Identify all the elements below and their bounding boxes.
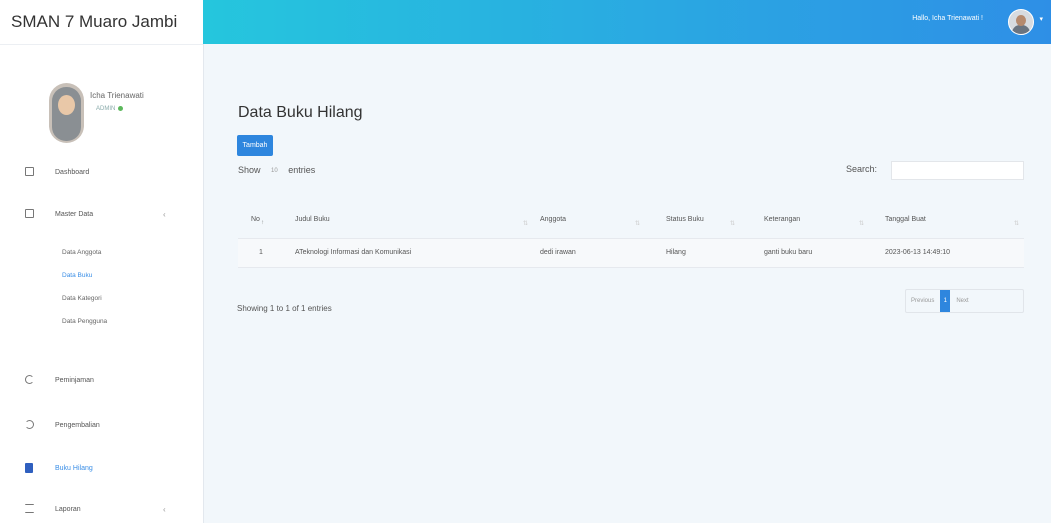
profile-role: ADMIN bbox=[96, 106, 124, 112]
subnav-data-pengguna[interactable]: Data Pengguna bbox=[62, 318, 107, 325]
cell-tanggal: 2023-06-13 14:49:10 bbox=[885, 249, 950, 256]
subnav-data-anggota[interactable]: Data Anggota bbox=[62, 249, 101, 256]
cell-keterangan: ganti buku baru bbox=[764, 249, 813, 256]
data-table: No ↑ Judul Buku ⇅ Anggota ⇅ Status Buku … bbox=[238, 200, 1024, 268]
cell-no: 1 bbox=[259, 249, 263, 256]
user-profile: Icha Trienawati ADMIN bbox=[0, 45, 203, 155]
undo-icon bbox=[25, 420, 34, 429]
page-title: Data Buku Hilang bbox=[238, 104, 363, 121]
nav-buku-hilang[interactable]: Buku Hilang bbox=[0, 458, 203, 478]
chevron-left-icon: ‹ bbox=[163, 209, 166, 219]
cell-judul: ATeknologi Informasi dan Komunikasi bbox=[295, 249, 412, 256]
col-header-keterangan[interactable]: Keterangan bbox=[764, 216, 800, 223]
cell-anggota: dedi irawan bbox=[540, 249, 576, 256]
sidebar: SMAN 7 Muaro Jambi Icha Trienawati ADMIN… bbox=[0, 0, 204, 523]
nav-label: Peminjaman bbox=[55, 376, 94, 384]
nav-label: Laporan bbox=[55, 505, 81, 513]
table-header: No ↑ Judul Buku ⇅ Anggota ⇅ Status Buku … bbox=[238, 200, 1024, 239]
cell-status: Hilang bbox=[666, 249, 686, 256]
col-header-tanggal[interactable]: Tanggal Buat bbox=[885, 216, 926, 223]
previous-button[interactable]: Previous bbox=[905, 290, 940, 312]
subnav-data-kategori[interactable]: Data Kategori bbox=[62, 295, 102, 302]
sort-asc-icon: ↑ bbox=[261, 220, 264, 226]
col-header-anggota[interactable]: Anggota bbox=[540, 216, 566, 223]
show-label: Show bbox=[238, 165, 261, 175]
next-button[interactable]: Next bbox=[950, 290, 974, 312]
nav-peminjaman[interactable]: Peminjaman bbox=[0, 370, 203, 390]
entries-select[interactable]: 10 bbox=[271, 168, 278, 174]
user-greeting[interactable]: Hallo, Icha Trienawati ! bbox=[912, 15, 983, 22]
book-icon bbox=[25, 463, 33, 473]
nav-label: Master Data bbox=[55, 210, 94, 218]
col-header-status[interactable]: Status Buku bbox=[666, 216, 704, 223]
profile-avatar bbox=[49, 83, 84, 143]
sort-icon: ⇅ bbox=[1014, 221, 1020, 227]
nav-laporan[interactable]: Laporan ‹ bbox=[0, 499, 203, 519]
topbar: Hallo, Icha Trienawati ! ▾ bbox=[203, 0, 1051, 44]
sort-icon: ⇅ bbox=[730, 221, 736, 227]
col-header-judul[interactable]: Judul Buku bbox=[295, 216, 330, 223]
profile-name: Icha Trienawati bbox=[90, 91, 144, 100]
table-row: 1 ATeknologi Informasi dan Komunikasi de… bbox=[238, 239, 1024, 268]
chevron-left-icon: ‹ bbox=[163, 504, 166, 514]
user-avatar[interactable] bbox=[1008, 9, 1034, 35]
list-icon bbox=[25, 504, 34, 513]
brand-title[interactable]: SMAN 7 Muaro Jambi bbox=[0, 0, 203, 45]
sort-icon: ⇅ bbox=[635, 221, 641, 227]
copy-icon bbox=[25, 209, 34, 218]
monitor-icon bbox=[25, 167, 34, 176]
add-button[interactable]: Tambah bbox=[237, 135, 273, 156]
nav-pengembalian[interactable]: Pengembalian bbox=[0, 415, 203, 435]
chevron-down-icon[interactable]: ▾ bbox=[1039, 15, 1043, 23]
sort-icon: ⇅ bbox=[859, 221, 865, 227]
search-input[interactable] bbox=[891, 161, 1024, 180]
sort-icon: ⇅ bbox=[523, 221, 529, 227]
col-header-no[interactable]: No bbox=[251, 216, 260, 223]
nav-master-data[interactable]: Master Data ‹ bbox=[0, 204, 203, 224]
nav-label: Pengembalian bbox=[55, 421, 100, 429]
table-info: Showing 1 to 1 of 1 entries bbox=[237, 304, 332, 313]
nav-label: Buku Hilang bbox=[55, 464, 93, 472]
nav-dashboard[interactable]: Dashboard bbox=[0, 162, 203, 182]
search-label: Search: bbox=[846, 164, 878, 174]
online-status-dot bbox=[118, 106, 124, 111]
nav-label: Dashboard bbox=[55, 168, 90, 176]
pagination: Previous 1 Next bbox=[905, 289, 1024, 313]
entries-label: entries bbox=[288, 165, 316, 175]
refresh-icon bbox=[25, 375, 34, 384]
subnav-data-buku[interactable]: Data Buku bbox=[62, 272, 92, 279]
show-entries: Show 10 entries bbox=[238, 165, 315, 175]
page-1-button[interactable]: 1 bbox=[940, 290, 951, 312]
